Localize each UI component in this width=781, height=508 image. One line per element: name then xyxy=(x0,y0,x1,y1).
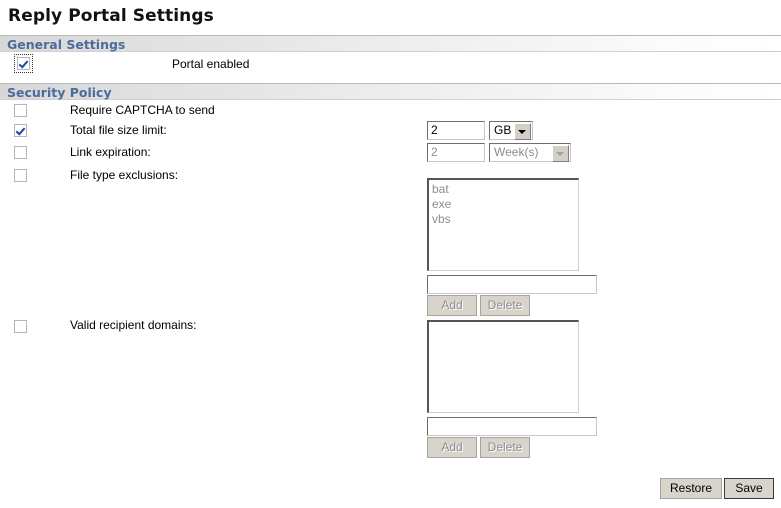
require-captcha-checkbox-cell xyxy=(14,104,27,117)
link-expiration-input[interactable]: 2 xyxy=(427,143,485,162)
row-require-captcha: Require CAPTCHA to send xyxy=(0,100,781,121)
file-type-exclusions-label: File type exclusions: xyxy=(70,168,179,182)
total-file-size-unit-value: GB xyxy=(494,123,512,137)
require-captcha-checkbox[interactable] xyxy=(14,104,27,117)
focus-ring xyxy=(14,54,33,73)
chevron-down-icon[interactable] xyxy=(552,145,569,162)
valid-recipient-domains-add-button[interactable]: Add xyxy=(427,437,477,458)
valid-recipient-domains-checkbox[interactable] xyxy=(14,320,27,333)
valid-recipient-domains-listbox[interactable] xyxy=(427,320,579,413)
link-expiration-checkbox-cell xyxy=(14,146,27,159)
chevron-down-icon[interactable] xyxy=(514,123,531,140)
total-file-size-input[interactable]: 2 xyxy=(427,121,485,140)
row-total-file-size: Total file size limit: 2 GB xyxy=(0,121,781,143)
total-file-size-checkbox[interactable] xyxy=(14,124,27,137)
list-item[interactable]: bat xyxy=(432,182,578,197)
row-portal-enabled: Portal enabled xyxy=(0,52,781,77)
file-type-exclusions-delete-button[interactable]: Delete xyxy=(480,295,530,316)
total-file-size-unit-select[interactable]: GB xyxy=(489,121,533,140)
link-expiration-label: Link expiration: xyxy=(70,145,151,159)
list-item[interactable]: vbs xyxy=(432,212,578,227)
total-file-size-label: Total file size limit: xyxy=(70,123,167,137)
portal-enabled-checkbox[interactable] xyxy=(17,57,30,70)
footer-button-bar: Restore Save xyxy=(0,478,781,500)
portal-enabled-checkbox-cell xyxy=(14,54,33,76)
page-title: Reply Portal Settings xyxy=(8,6,214,26)
row-link-expiration: Link expiration: 2 Week(s) xyxy=(0,143,781,165)
require-captcha-label: Require CAPTCHA to send xyxy=(70,103,215,117)
file-type-exclusions-checkbox[interactable] xyxy=(14,169,27,182)
file-type-exclusions-listbox[interactable]: bat exe vbs xyxy=(427,178,579,271)
valid-recipient-domains-checkbox-cell xyxy=(14,320,27,333)
file-type-exclusions-checkbox-cell xyxy=(14,169,27,182)
section-header-general-settings: General Settings xyxy=(0,35,781,52)
portal-enabled-label: Portal enabled xyxy=(172,57,250,71)
valid-recipient-domains-add-input[interactable] xyxy=(427,417,597,436)
link-expiration-checkbox[interactable] xyxy=(14,146,27,159)
save-button[interactable]: Save xyxy=(724,478,774,499)
file-type-exclusions-add-button[interactable]: Add xyxy=(427,295,477,316)
valid-recipient-domains-delete-button[interactable]: Delete xyxy=(480,437,530,458)
file-type-exclusions-add-input[interactable] xyxy=(427,275,597,294)
link-expiration-unit-select[interactable]: Week(s) xyxy=(489,143,571,162)
total-file-size-checkbox-cell xyxy=(14,124,27,137)
link-expiration-unit-value: Week(s) xyxy=(494,145,539,159)
section-header-security-policy: Security Policy xyxy=(0,83,781,100)
restore-button[interactable]: Restore xyxy=(660,478,722,499)
valid-recipient-domains-label: Valid recipient domains: xyxy=(70,318,197,332)
list-item[interactable]: exe xyxy=(432,197,578,212)
